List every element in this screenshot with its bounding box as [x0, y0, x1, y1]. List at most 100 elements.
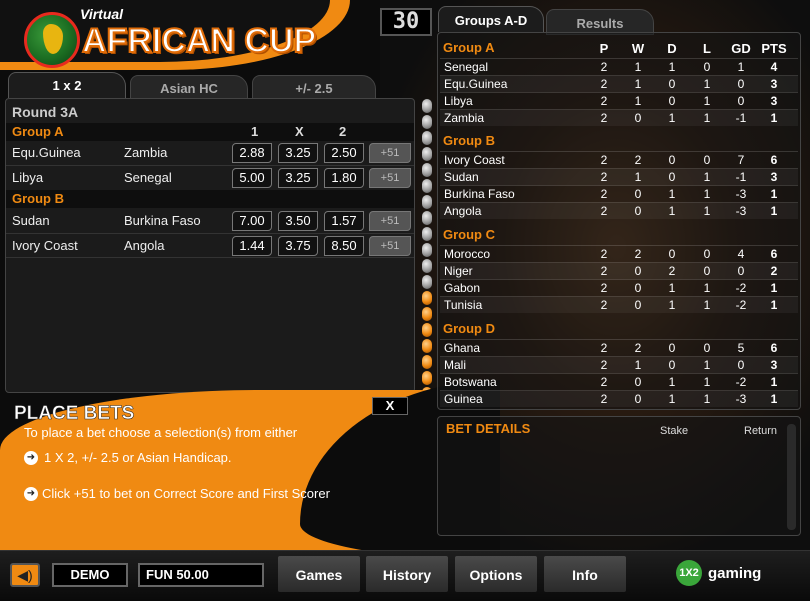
progress-dot [422, 131, 432, 145]
row-divider [440, 75, 798, 76]
drawn-cell: 0 [668, 170, 676, 184]
close-button[interactable]: X [372, 397, 408, 415]
lost-cell: 1 [703, 375, 711, 389]
lost-cell: 1 [703, 281, 711, 295]
played-cell: 2 [600, 341, 608, 355]
odd-home[interactable]: 2.88 [232, 143, 272, 163]
header-lost: L [703, 41, 711, 56]
row-divider [440, 245, 798, 246]
won-cell: 0 [634, 204, 642, 218]
bet-details-scrollbar[interactable] [787, 424, 796, 530]
played-cell: 2 [600, 247, 608, 261]
tab-1x2[interactable]: 1 x 2 [8, 72, 126, 98]
goal-diff-cell: 5 [737, 341, 745, 355]
team-name: Ivory Coast [444, 153, 505, 167]
header-played: P [599, 41, 609, 56]
place-bets-line-3: Click +51 to bet on Correct Score and Fi… [42, 486, 330, 501]
lost-cell: 1 [703, 298, 711, 312]
home-team: Ivory Coast [12, 238, 78, 253]
progress-dot [422, 163, 432, 177]
progress-dot [422, 275, 432, 289]
col-header-2: 2 [339, 124, 347, 139]
group-bar [6, 123, 414, 141]
stake-header: Stake [660, 425, 689, 437]
team-name: Libya [444, 94, 473, 108]
more-markets-button[interactable]: +51 [369, 168, 411, 188]
more-markets-button[interactable]: +51 [369, 236, 411, 256]
goal-diff-cell: -3 [735, 187, 747, 201]
played-cell: 2 [600, 204, 608, 218]
more-markets-button[interactable]: +51 [369, 211, 411, 231]
odd-away[interactable]: 8.50 [324, 236, 364, 256]
games-button[interactable]: Games [278, 556, 360, 592]
won-cell: 1 [634, 77, 642, 91]
played-cell: 2 [600, 392, 608, 406]
points-cell: 3 [770, 358, 778, 372]
odd-draw[interactable]: 3.75 [278, 236, 318, 256]
progress-dot [422, 227, 432, 241]
lost-cell: 0 [703, 153, 711, 167]
team-name: Ghana [444, 341, 481, 355]
place-bets-title: PLACE BETS [14, 403, 135, 425]
points-cell: 1 [770, 375, 778, 389]
odd-home[interactable]: 7.00 [232, 211, 272, 231]
row-divider [440, 339, 798, 340]
lost-cell: 0 [703, 264, 711, 278]
lost-cell: 1 [703, 187, 711, 201]
drawn-cell: 0 [668, 153, 676, 167]
more-markets-button[interactable]: +51 [369, 143, 411, 163]
group-label: Group B [12, 191, 64, 206]
points-cell: 4 [770, 60, 778, 74]
won-cell: 0 [634, 264, 642, 278]
won-cell: 2 [634, 247, 642, 261]
team-name: Gabon [444, 281, 481, 295]
row-divider [440, 262, 798, 263]
away-team: Senegal [124, 170, 172, 185]
brand-logo-mark: 1X2 [676, 560, 702, 586]
team-name: Guinea [444, 392, 483, 406]
row-divider [440, 390, 798, 391]
progress-dot [422, 99, 432, 113]
row-divider [6, 165, 414, 166]
arrow-right-icon: ➜ [24, 451, 38, 465]
round-title: Round 3A [12, 104, 79, 120]
group-bar [6, 190, 414, 208]
info-button[interactable]: Info [544, 556, 626, 592]
odd-away[interactable]: 1.80 [324, 168, 364, 188]
arrow-right-icon: ➜ [24, 487, 38, 501]
won-cell: 1 [634, 358, 642, 372]
progress-dot [422, 371, 432, 385]
played-cell: 2 [600, 77, 608, 91]
played-cell: 2 [600, 358, 608, 372]
odd-away[interactable]: 2.50 [324, 143, 364, 163]
tab-groups-a-d[interactable]: Groups A-D [438, 6, 544, 32]
odd-home[interactable]: 5.00 [232, 168, 272, 188]
points-cell: 1 [770, 392, 778, 406]
odd-draw[interactable]: 3.25 [278, 143, 318, 163]
drawn-cell: 1 [668, 392, 676, 406]
lost-cell: 1 [703, 77, 711, 91]
odd-draw[interactable]: 3.25 [278, 168, 318, 188]
row-divider [440, 279, 798, 280]
goal-diff-cell: 4 [737, 247, 745, 261]
sound-toggle-button[interactable]: ◀) [10, 563, 40, 587]
team-name: Tunisia [444, 298, 483, 312]
team-name: Angola [444, 204, 482, 218]
goal-diff-cell: -2 [735, 375, 747, 389]
group-label: Group B [443, 133, 495, 148]
goal-diff-cell: 0 [737, 264, 745, 278]
played-cell: 2 [600, 170, 608, 184]
progress-dot [422, 323, 432, 337]
odd-away[interactable]: 1.57 [324, 211, 364, 231]
odd-home[interactable]: 1.44 [232, 236, 272, 256]
row-divider [440, 58, 798, 59]
played-cell: 2 [600, 281, 608, 295]
odd-draw[interactable]: 3.50 [278, 211, 318, 231]
history-button[interactable]: History [366, 556, 448, 592]
progress-dot [422, 339, 432, 353]
header-won: W [631, 41, 645, 56]
played-cell: 2 [600, 94, 608, 108]
points-cell: 1 [770, 281, 778, 295]
points-cell: 1 [770, 204, 778, 218]
options-button[interactable]: Options [455, 556, 537, 592]
